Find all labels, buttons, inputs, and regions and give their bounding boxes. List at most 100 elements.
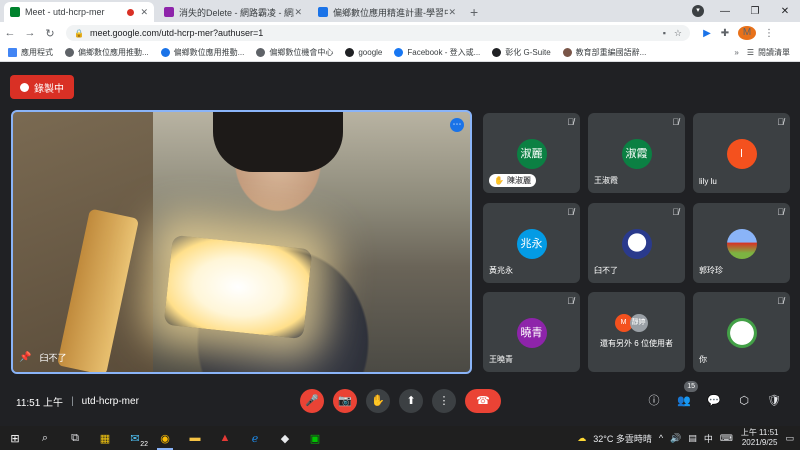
extension-meet-icon[interactable]: ▶ — [698, 28, 716, 39]
url-text[interactable]: meet.google.com/utd-hcrp-mer?authuser=1 — [90, 28, 655, 38]
ime-indicator[interactable]: 中 — [704, 432, 713, 445]
participant-tile[interactable]: 🎙̸ l lily lu — [693, 113, 790, 193]
profile-avatar[interactable]: M — [738, 26, 756, 40]
system-tray: ☁ 32°C 多雲時晴 ^ 🔊 ▤ 中 ⌨ 上午 11:51 2021/9/25… — [570, 426, 794, 450]
microphone-toggle-button[interactable]: 🎤 — [300, 389, 324, 413]
bookmark-item[interactable]: 偏鄉數位應用推動... — [65, 47, 149, 58]
bookmark-apps[interactable]: 應用程式 — [8, 47, 53, 58]
weather-text[interactable]: 32°C 多雲時晴 — [593, 432, 652, 445]
activities-icon[interactable]: ⬡ — [736, 393, 752, 409]
tab-learning-center[interactable]: 偏鄉數位應用精進計畫-學習中心 ✕ — [312, 2, 462, 22]
mail-icon[interactable]: ✉ 22 — [120, 426, 150, 450]
start-icon[interactable]: ⊞ — [0, 426, 30, 450]
tray-chevron-icon[interactable]: ^ — [659, 433, 663, 443]
search-icon[interactable]: ⌕ — [30, 426, 60, 450]
participant-name: 王淑霞 — [594, 176, 618, 185]
site-icon — [256, 48, 266, 57]
window-controls: — ❐ ✕ — [710, 0, 800, 22]
participant-tile[interactable]: 🎙̸ 淑麗 ✋ 陳淑麗 — [483, 113, 580, 193]
store-icon[interactable]: ▦ — [90, 426, 120, 450]
chat-icon[interactable]: 💬 — [706, 393, 722, 409]
host-controls-icon[interactable]: 🛡 — [766, 393, 782, 409]
mic-off-icon: 🎙̸ — [672, 117, 679, 127]
menu-icon[interactable]: ⋮ — [760, 28, 778, 39]
others-count-label: 還有另外 6 位使用者 — [600, 339, 673, 348]
weather-icon[interactable]: ☁ — [577, 433, 586, 444]
mic-off-icon: 🎙̸ — [567, 296, 574, 306]
mic-off-icon: 🎙̸ — [567, 207, 574, 217]
recording-badge[interactable]: 錄製中 — [10, 75, 74, 99]
forward-icon[interactable]: → — [20, 27, 40, 39]
meeting-info-icon[interactable]: ⓘ — [646, 393, 662, 409]
close-icon[interactable]: ✕ — [448, 7, 456, 18]
meeting-code: utd-hcrp-mer — [81, 396, 139, 407]
lock-icon[interactable]: 🔒 — [74, 29, 84, 38]
bookmark-item[interactable]: 偏鄉數位應用推動... — [160, 47, 244, 58]
chrome-icon[interactable]: ◉ — [150, 426, 180, 450]
reading-list-button[interactable]: 閱讀清單 — [758, 47, 790, 58]
camera-icon[interactable]: ▪ — [663, 28, 666, 38]
participant-name: 王曉青 — [489, 355, 513, 364]
more-bookmarks-button[interactable]: » — [734, 48, 738, 57]
site-icon — [492, 48, 502, 57]
close-icon[interactable]: ✕ — [140, 7, 148, 18]
tab-delete[interactable]: 消失的Delete - 網路霸凌 - 網路素 ✕ — [158, 2, 308, 22]
reading-list-icon[interactable]: ☰ — [747, 48, 754, 57]
minimize-icon[interactable]: — — [710, 6, 740, 17]
camera-toggle-button[interactable]: 📷 — [333, 389, 357, 413]
close-icon[interactable]: ✕ — [294, 7, 302, 18]
notification-center-icon[interactable]: ▭ — [785, 433, 794, 444]
volume-icon[interactable]: 🔊 — [670, 433, 681, 444]
bookmark-facebook[interactable]: Facebook - 登入或... — [394, 47, 480, 58]
more-options-button[interactable]: ⋮ — [432, 389, 456, 413]
raise-hand-button[interactable]: ✋ — [366, 389, 390, 413]
network-icon[interactable]: ▤ — [688, 433, 697, 444]
clock-date: 2021/9/25 — [741, 438, 778, 447]
participant-tile[interactable]: 🎙̸ 淑霞 王淑霞 — [588, 113, 685, 193]
maximize-icon[interactable]: ❐ — [740, 6, 770, 17]
taskbar-clock[interactable]: 上午 11:51 2021/9/25 — [741, 428, 779, 448]
star-icon[interactable]: ☆ — [674, 28, 682, 39]
participant-tile[interactable]: 🎙̸ 曉青 王曉青 — [483, 292, 580, 372]
extensions-puzzle-icon[interactable]: ✚ — [716, 28, 734, 39]
bookmark-google[interactable]: google — [345, 48, 382, 57]
main-video[interactable]: ⋯ 📌 臼不了 — [11, 110, 472, 374]
present-screen-button[interactable]: ⬆ — [399, 389, 423, 413]
app-icon[interactable]: ◆ — [270, 426, 300, 450]
task-view-icon[interactable]: ⧉ — [60, 426, 90, 450]
avatar-photo — [726, 318, 757, 348]
pin-icon[interactable]: 📌 — [19, 352, 31, 363]
participant-tile[interactable]: 🎙̸ 兆永 黃兆永 — [483, 203, 580, 283]
more-options-icon[interactable]: ⋯ — [450, 118, 464, 132]
participant-tile[interactable]: 🎙̸ 郭玲珍 — [693, 203, 790, 283]
file-explorer-icon[interactable]: ▬ — [180, 426, 210, 450]
mic-off-icon: 🎙̸ — [777, 296, 784, 306]
bookmark-dictionary[interactable]: 教育部重編國語辭... — [562, 47, 646, 58]
self-tile[interactable]: 🎙̸ 你 — [693, 292, 790, 372]
participant-name: 郭玲珍 — [699, 266, 723, 275]
ime-mode-icon[interactable]: ⌨ — [720, 433, 733, 444]
new-tab-button[interactable]: + — [470, 2, 478, 22]
edge-icon[interactable]: ℯ — [240, 426, 270, 450]
apps-grid-icon — [8, 48, 17, 57]
avatar: 兆永 — [516, 229, 547, 259]
bookmark-item[interactable]: 偏鄉數位機會中心 — [256, 47, 333, 58]
bookmark-gsuite[interactable]: 彰化 G-Suite — [492, 47, 551, 58]
meet-area: 錄製中 ⋯ 📌 臼不了 🎙̸ 淑麗 ✋ 陳淑麗 🎙̸ 淑霞 王淑霞 🎙̸ l li… — [0, 62, 800, 426]
meet-icon — [10, 7, 20, 17]
people-icon[interactable]: 👥 15 — [676, 381, 698, 409]
reload-icon[interactable]: ↻ — [40, 27, 60, 40]
avatar-photo — [726, 229, 757, 259]
app-icon[interactable]: ▲ — [210, 426, 240, 450]
participant-tile[interactable]: 🎙̸ 臼不了 — [588, 203, 685, 283]
close-window-icon[interactable]: ✕ — [770, 6, 800, 17]
tab-meet[interactable]: Meet - utd-hcrp-mer ✕ — [4, 2, 154, 22]
line-icon[interactable]: ▣ — [300, 426, 330, 450]
participant-name: 黃兆永 — [489, 266, 513, 275]
tab-search-icon[interactable]: ▾ — [692, 5, 704, 17]
drive-icon — [160, 48, 170, 57]
address-bar[interactable]: 🔒 meet.google.com/utd-hcrp-mer?authuser=… — [66, 25, 690, 41]
others-tile[interactable]: M 靜婷 還有另外 6 位使用者 — [588, 292, 685, 372]
back-icon[interactable]: ← — [0, 27, 20, 39]
leave-call-button[interactable]: ☎ — [465, 389, 501, 413]
